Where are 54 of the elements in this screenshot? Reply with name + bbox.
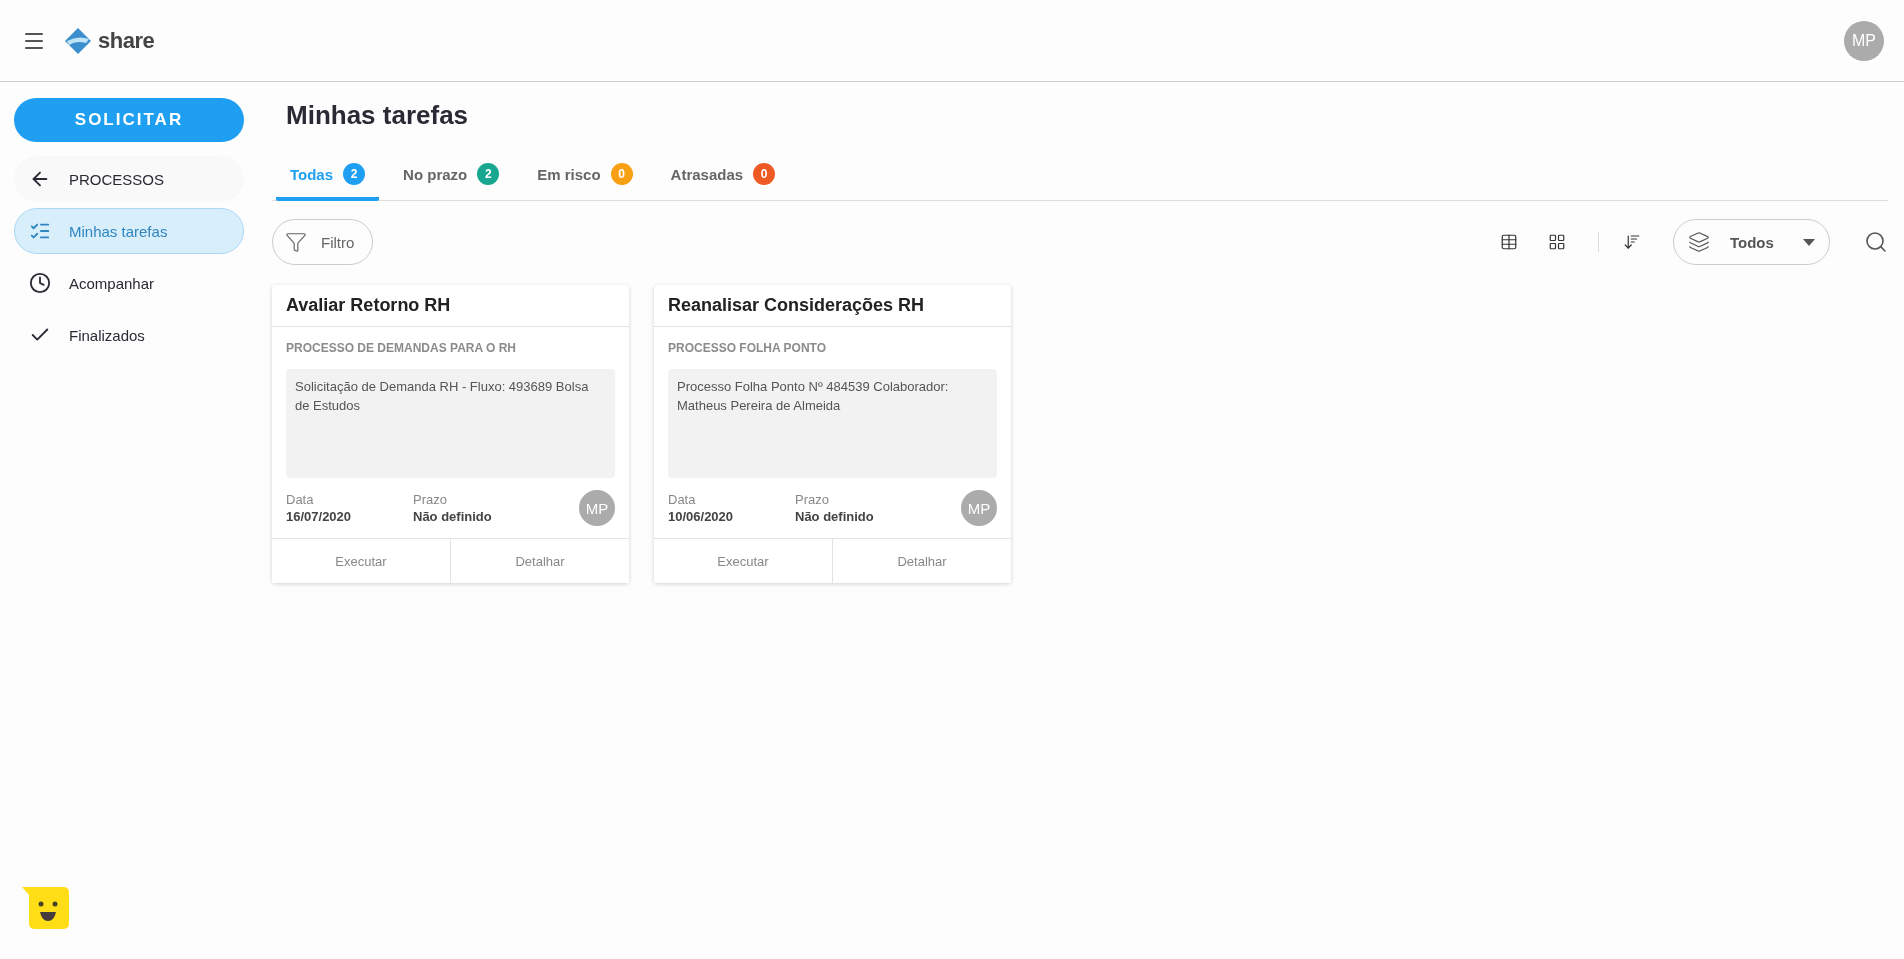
- nav-label: PROCESSOS: [69, 170, 165, 188]
- tab[interactable]: No prazo 2: [389, 155, 514, 201]
- table-view-button[interactable]: [1500, 233, 1518, 251]
- clock-icon: [29, 272, 51, 294]
- nav-label: Acompanhar: [69, 274, 155, 292]
- deadline-value: Não definido: [413, 509, 493, 524]
- process-name: PROCESSO FOLHA PONTO: [668, 341, 827, 355]
- filter-icon: [285, 231, 307, 253]
- page-title: Minhas tarefas: [286, 100, 470, 131]
- card-title: Reanalisar Considerações RH: [654, 285, 1011, 327]
- task-description: Processo Folha Ponto Nº 484539 Colaborador: Matheus Pereira de Almeida: [668, 369, 997, 478]
- search-button[interactable]: [1864, 230, 1888, 254]
- sort-button[interactable]: [1623, 233, 1641, 251]
- date-value: 10/06/2020: [668, 509, 735, 524]
- sidebar-item[interactable]: Acompanhar: [14, 260, 244, 306]
- count-badge: 0: [753, 163, 776, 185]
- request-button[interactable]: SOLICITAR: [14, 98, 244, 142]
- card-action-button[interactable]: Executar: [654, 539, 832, 583]
- tab[interactable]: Em risco 0: [523, 155, 647, 201]
- deadline-label: Prazo: [413, 492, 448, 507]
- tab[interactable]: Todas 2: [276, 155, 380, 201]
- date-label: Data: [668, 492, 697, 507]
- process-name: PROCESSO DE DEMANDAS PARA O RH: [286, 341, 518, 355]
- card-action-button[interactable]: Detalhar: [450, 539, 629, 583]
- nav-label: Minhas tarefas: [69, 222, 168, 240]
- count-badge: 2: [343, 163, 366, 185]
- dropdown-caret-icon: [1803, 238, 1815, 246]
- tab[interactable]: Atrasadas 0: [656, 155, 790, 201]
- layers-icon: [1688, 231, 1710, 253]
- task-description: Solicitação de Demanda RH - Fluxo: 493689 Bolsa de Estudos: [286, 369, 615, 478]
- logo-text: share: [98, 27, 155, 54]
- filter-button[interactable]: Filtro: [272, 219, 374, 265]
- sidebar-item[interactable]: Minhas tarefas: [14, 208, 244, 254]
- date-value: 16/07/2020: [286, 509, 353, 524]
- date-label: Data: [286, 492, 315, 507]
- grid-view-button[interactable]: [1548, 233, 1566, 251]
- count-badge: 2: [477, 163, 500, 185]
- chat-bot-icon[interactable]: [22, 887, 70, 931]
- deadline-value: Não definido: [795, 509, 875, 524]
- assignee-avatar: MP: [961, 490, 997, 526]
- logo-icon: [64, 26, 92, 55]
- assignee-avatar: MP: [579, 490, 615, 526]
- deadline-label: Prazo: [795, 492, 830, 507]
- count-badge: 0: [610, 163, 633, 185]
- tab-label: Atrasadas: [670, 165, 744, 183]
- tab-label: No prazo: [403, 165, 468, 183]
- card-title: Avaliar Retorno RH: [272, 285, 629, 327]
- card-action-button[interactable]: Executar: [272, 539, 450, 583]
- card-action-button[interactable]: Detalhar: [832, 539, 1011, 583]
- tab-label: Em risco: [537, 165, 601, 183]
- back-nav-item[interactable]: PROCESSOS: [14, 156, 244, 202]
- nav-label: Finalizados: [69, 326, 145, 344]
- tab-label: Todas: [290, 165, 334, 183]
- sidebar-item[interactable]: Finalizados: [14, 312, 244, 358]
